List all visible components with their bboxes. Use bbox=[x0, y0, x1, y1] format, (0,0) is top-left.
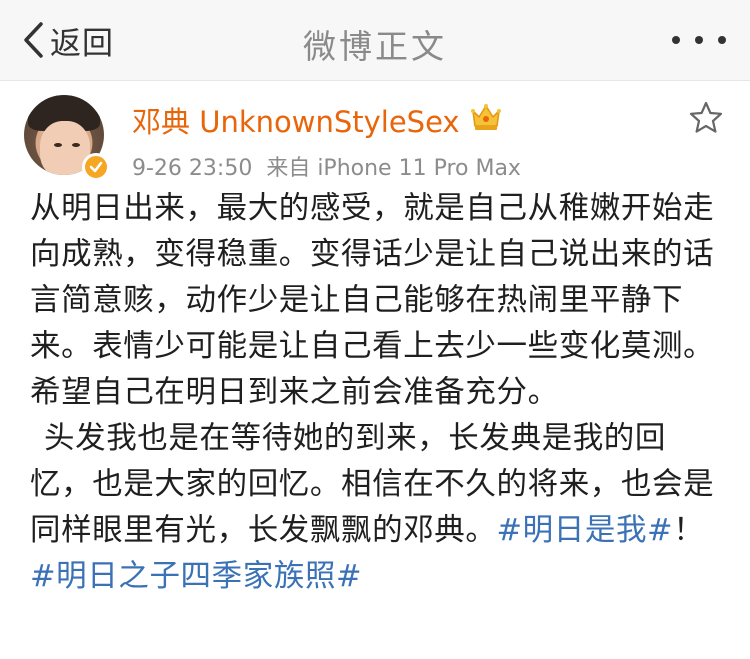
post-paragraph: 头发我也是在等待她的到来，长发典是我的回忆，也是大家的回忆。相信在不久的将来，也… bbox=[30, 416, 722, 600]
more-dots-icon bbox=[695, 36, 703, 44]
author-avatar[interactable] bbox=[24, 95, 110, 181]
post-exclaim: ！ bbox=[673, 513, 705, 548]
weibo-post-page: 返回 微博正文 邓典 UnknownStyleSex 9-26 23:50 来自… bbox=[0, 0, 750, 659]
crown-icon[interactable] bbox=[470, 102, 502, 132]
more-dots-icon bbox=[718, 36, 726, 44]
post-timestamp: 9-26 23:50 bbox=[132, 156, 253, 181]
hashtag-link[interactable]: #明日是我# bbox=[497, 513, 674, 548]
star-outline-icon bbox=[689, 101, 723, 133]
more-options-button[interactable] bbox=[672, 26, 726, 54]
top-navbar: 返回 微博正文 bbox=[0, 0, 750, 81]
post-meta: 9-26 23:50 来自 iPhone 11 Pro Max bbox=[132, 150, 521, 182]
verified-badge-icon bbox=[82, 153, 110, 181]
favorite-button[interactable] bbox=[688, 100, 724, 136]
page-title: 微博正文 bbox=[303, 27, 447, 66]
post-content: 从明日出来，最大的感受，就是自己从稚嫩开始走向成熟，变得稳重。变得话少是让自己说… bbox=[30, 186, 722, 600]
post-paragraph: 从明日出来，最大的感受，就是自己从稚嫩开始走向成熟，变得稳重。变得话少是让自己说… bbox=[30, 191, 715, 410]
hashtag-link[interactable]: #明日之子四季家族照# bbox=[30, 559, 362, 594]
post-source: 来自 iPhone 11 Pro Max bbox=[266, 156, 521, 181]
more-dots-icon bbox=[672, 36, 680, 44]
author-name[interactable]: 邓典 UnknownStyleSex bbox=[132, 99, 460, 141]
